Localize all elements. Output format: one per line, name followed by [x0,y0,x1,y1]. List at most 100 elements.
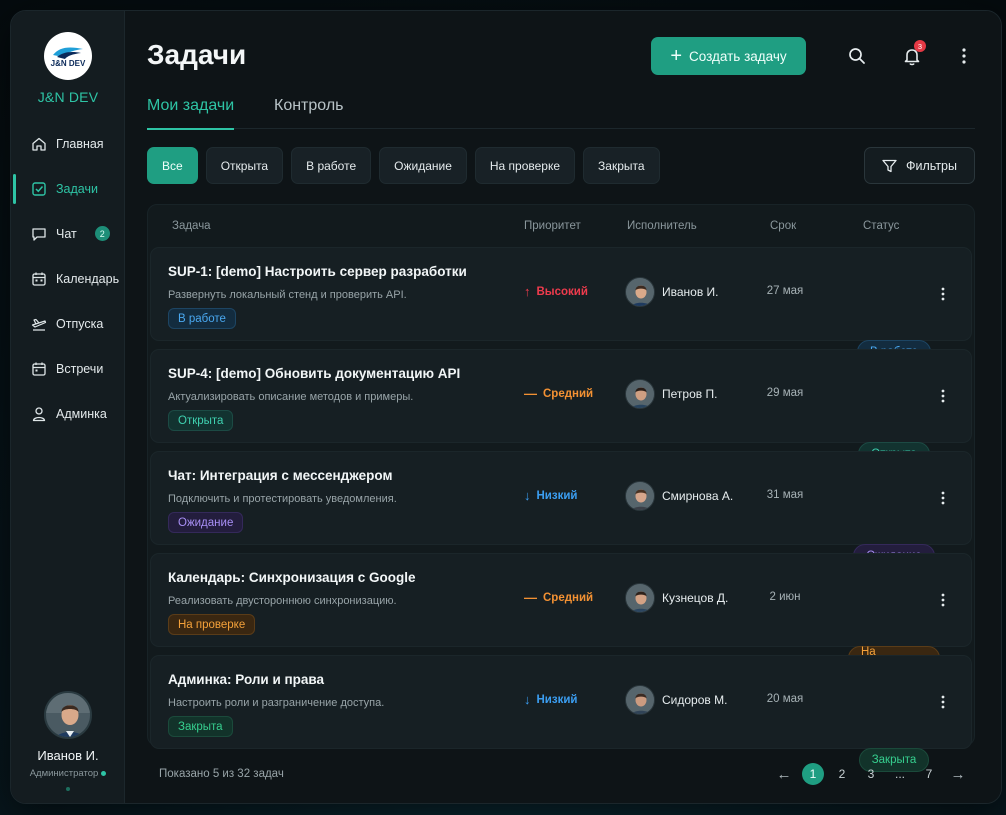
tab-my-tasks[interactable]: Мои задачи [147,97,235,130]
prev-page-arrow-icon[interactable]: ← [773,763,795,785]
online-status-icon [101,770,107,776]
sidebar-item-admin[interactable]: Админка [11,391,125,436]
sidebar-item-calendar[interactable]: Календарь [11,256,125,301]
avatar-photo-icon [626,482,654,510]
task-title[interactable]: Чат: Интеграция с мессенджером [168,468,392,483]
page-button[interactable]: 7 [918,763,940,785]
status-cell: Открыта [831,382,930,466]
tab-control[interactable]: Контроль [274,97,344,129]
checkbox-icon [32,181,46,196]
task-title[interactable]: Админка: Роли и права [168,672,324,687]
table-row[interactable]: SUP-1: [demo] Настроить сервер разработк… [150,247,972,364]
search-button[interactable] [846,45,868,67]
row-actions-button[interactable] [935,590,951,610]
row-actions-button[interactable] [935,386,951,406]
task-tag: На проверке [168,614,256,635]
priority-indicator: — Средний [524,386,593,401]
task-title[interactable]: SUP-4: [demo] Обновить документацию API [168,366,460,381]
priority-label: Средний [543,387,594,400]
column-header-assignee: Исполнитель [627,220,697,232]
filters-button[interactable]: Фильтры [864,147,975,184]
chip-waiting[interactable]: Ожидание [379,147,467,184]
priority-indicator: ↓ Низкий [524,692,578,707]
chip-all[interactable]: Все [147,147,198,184]
sidebar-item-meetings[interactable]: Встречи [11,346,125,391]
main-content: Задачи + Создать задачу 3 Мои задачи Кон… [125,11,1001,803]
sidebar-item-home[interactable]: Главная [11,121,125,166]
avatar-photo-icon [626,278,654,306]
task-title[interactable]: Календарь: Синхронизация с Google [168,570,416,585]
sidebar-item-label: Чат [56,226,77,241]
app-window: J&N DEV J&N DEV Главная Задачи Чат 2 Кал… [10,10,1002,804]
tabs: Мои задачи Контроль [147,97,975,130]
chip-closed[interactable]: Закрыта [583,147,660,184]
priority-arrow-icon: ↑ [524,284,531,299]
page-button[interactable]: 2 [831,763,853,785]
row-actions-button[interactable] [935,284,951,304]
more-vertical-icon [941,695,945,709]
task-description: Настроить роли и разграничение доступа. [168,697,385,709]
user-profile[interactable]: Иванов И. Администратор [11,691,125,791]
assignee-name: Сидоров М. [662,693,728,707]
sidebar-item-tasks[interactable]: Задачи [11,166,125,211]
plus-icon: + [670,45,683,67]
priority-indicator: ↑ Высокий [524,284,588,299]
chat-icon [32,227,46,241]
priority-arrow-icon: ↓ [524,488,531,503]
table-header: Задача Приоритет Исполнитель Срок Статус [148,205,974,247]
task-description: Реализовать двустороннюю синхронизацию. [168,595,397,607]
chip-review[interactable]: На проверке [474,147,576,184]
results-summary: Показано 5 из 32 задач [159,768,284,780]
page-button[interactable]: 1 [802,763,824,785]
brand-logo[interactable]: J&N DEV [44,32,92,80]
next-page-arrow-icon[interactable]: → [947,763,969,785]
table-row[interactable]: SUP-4: [demo] Обновить документацию API … [150,349,972,466]
table-row[interactable]: Админка: Роли и права Настроить роли и р… [150,655,972,772]
priority-arrow-icon: ↓ [524,692,531,707]
avatar [625,685,655,715]
avatar [625,583,655,613]
page-button[interactable]: 3 [860,763,882,785]
column-header-priority: Приоритет [524,220,581,232]
notifications-button[interactable]: 3 [901,40,926,67]
status-cell: Ожидание [831,484,935,568]
task-title[interactable]: SUP-1: [demo] Настроить сервер разработк… [168,264,467,279]
assignee[interactable]: Иванов И. [625,277,719,307]
row-actions-button[interactable] [935,488,951,508]
assignee[interactable]: Сидоров М. [625,685,727,715]
more-menu-button[interactable] [953,45,975,67]
assignee[interactable]: Смирнова А. [625,481,733,511]
sidebar-item-label: Отпуска [56,316,104,331]
table-body: SUP-1: [demo] Настроить сервер разработк… [148,247,974,772]
assignee[interactable]: Кузнецов Д. [625,583,728,613]
sidebar-item-vacations[interactable]: Отпуска [11,301,125,346]
assignee-name: Кузнецов Д. [662,591,729,605]
status-cell: Закрыта [831,688,930,772]
row-actions-button[interactable] [935,692,951,712]
profile-role: Администратор [11,768,125,779]
more-vertical-icon [962,48,966,64]
table-row[interactable]: Календарь: Синхронизация с Google Реализ… [150,553,972,670]
calendar-icon [32,362,46,376]
sidebar: J&N DEV J&N DEV Главная Задачи Чат 2 Кал… [11,11,125,803]
task-description: Подключить и протестировать уведомления. [168,493,397,505]
due-date: 31 мая [766,489,804,501]
chip-open[interactable]: Открыта [205,147,284,184]
create-task-label: Создать задачу [689,48,787,64]
task-description: Актуализировать описание методов и приме… [168,391,414,403]
priority-label: Низкий [536,693,578,706]
sidebar-item-label: Задачи [56,181,98,196]
chip-in-progress[interactable]: В работе [291,147,372,184]
avatar [625,481,655,511]
create-task-button[interactable]: + Создать задачу [651,37,806,75]
filters-label: Фильтры [906,158,957,173]
avatar-photo-icon [46,693,90,737]
search-icon [849,48,865,64]
tasks-table: Задача Приоритет Исполнитель Срок Статус… [147,204,975,772]
status-filter-chips: Все Открыта В работе Ожидание На проверк… [147,147,660,185]
user-icon [32,406,46,421]
table-row[interactable]: Чат: Интеграция с мессенджером Подключит… [150,451,972,568]
sidebar-item-chat[interactable]: Чат 2 [11,211,125,256]
logo-text: J&N DEV [50,58,86,68]
assignee[interactable]: Петров П. [625,379,717,409]
